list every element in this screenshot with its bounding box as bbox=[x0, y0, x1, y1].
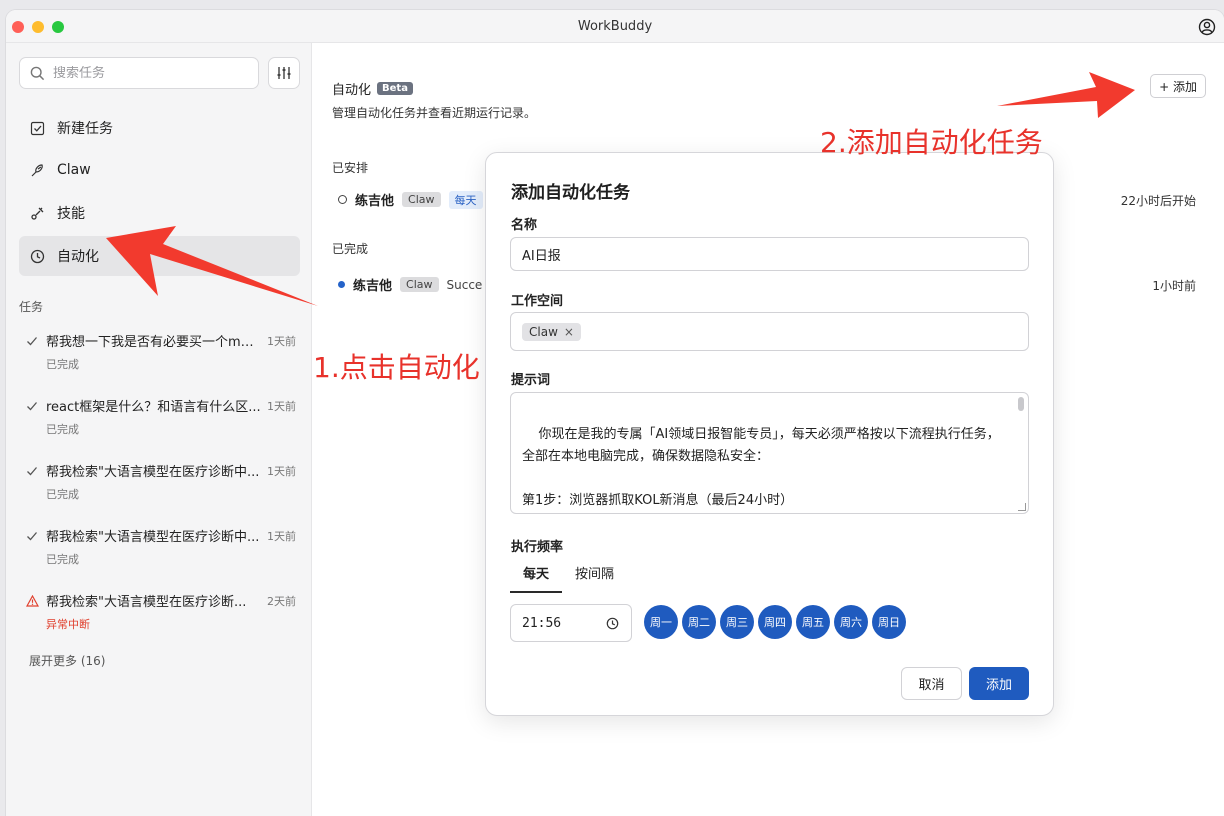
annotation-step1: 1.点击自动化 bbox=[313, 351, 480, 384]
arrow-to-automation-icon bbox=[106, 226, 318, 306]
annotation-step2: 2.添加自动化任务 bbox=[820, 126, 1043, 159]
arrow-to-add-button-icon bbox=[997, 72, 1135, 118]
